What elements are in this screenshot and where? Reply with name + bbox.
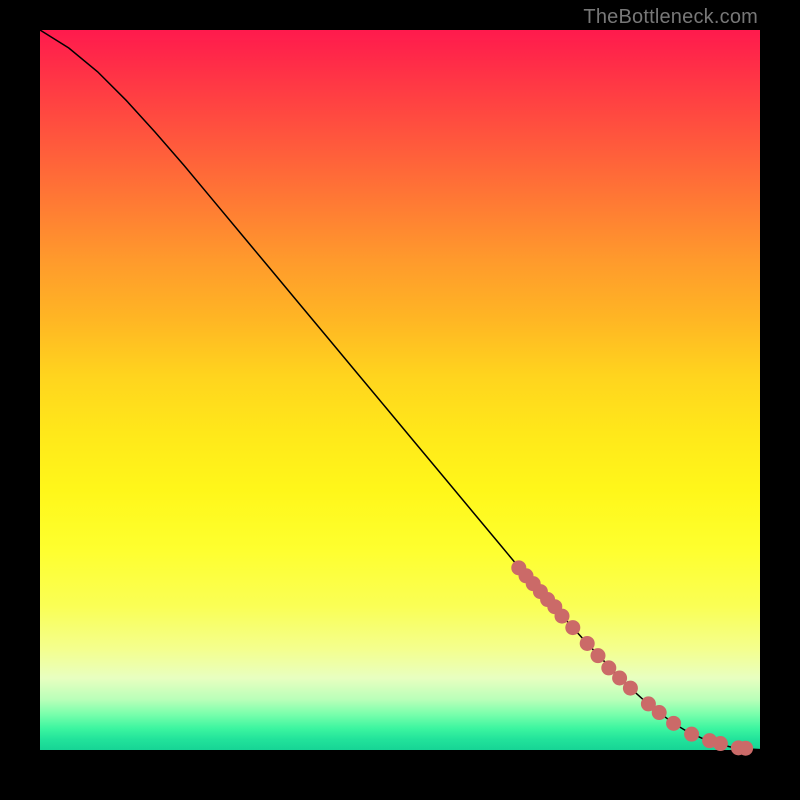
data-point — [555, 609, 570, 624]
data-point — [666, 716, 681, 731]
plot-area — [40, 30, 760, 750]
data-point — [713, 736, 728, 751]
data-point — [652, 705, 667, 720]
curve-line — [40, 30, 760, 750]
data-point — [684, 727, 699, 742]
watermark-text: TheBottleneck.com — [583, 6, 758, 29]
data-point — [591, 648, 606, 663]
chart-svg — [40, 30, 760, 750]
data-point — [580, 636, 595, 651]
data-point — [623, 681, 638, 696]
data-point — [738, 741, 753, 756]
data-point — [565, 620, 580, 635]
scatter-group — [511, 560, 753, 755]
chart-frame: TheBottleneck.com — [0, 0, 800, 800]
